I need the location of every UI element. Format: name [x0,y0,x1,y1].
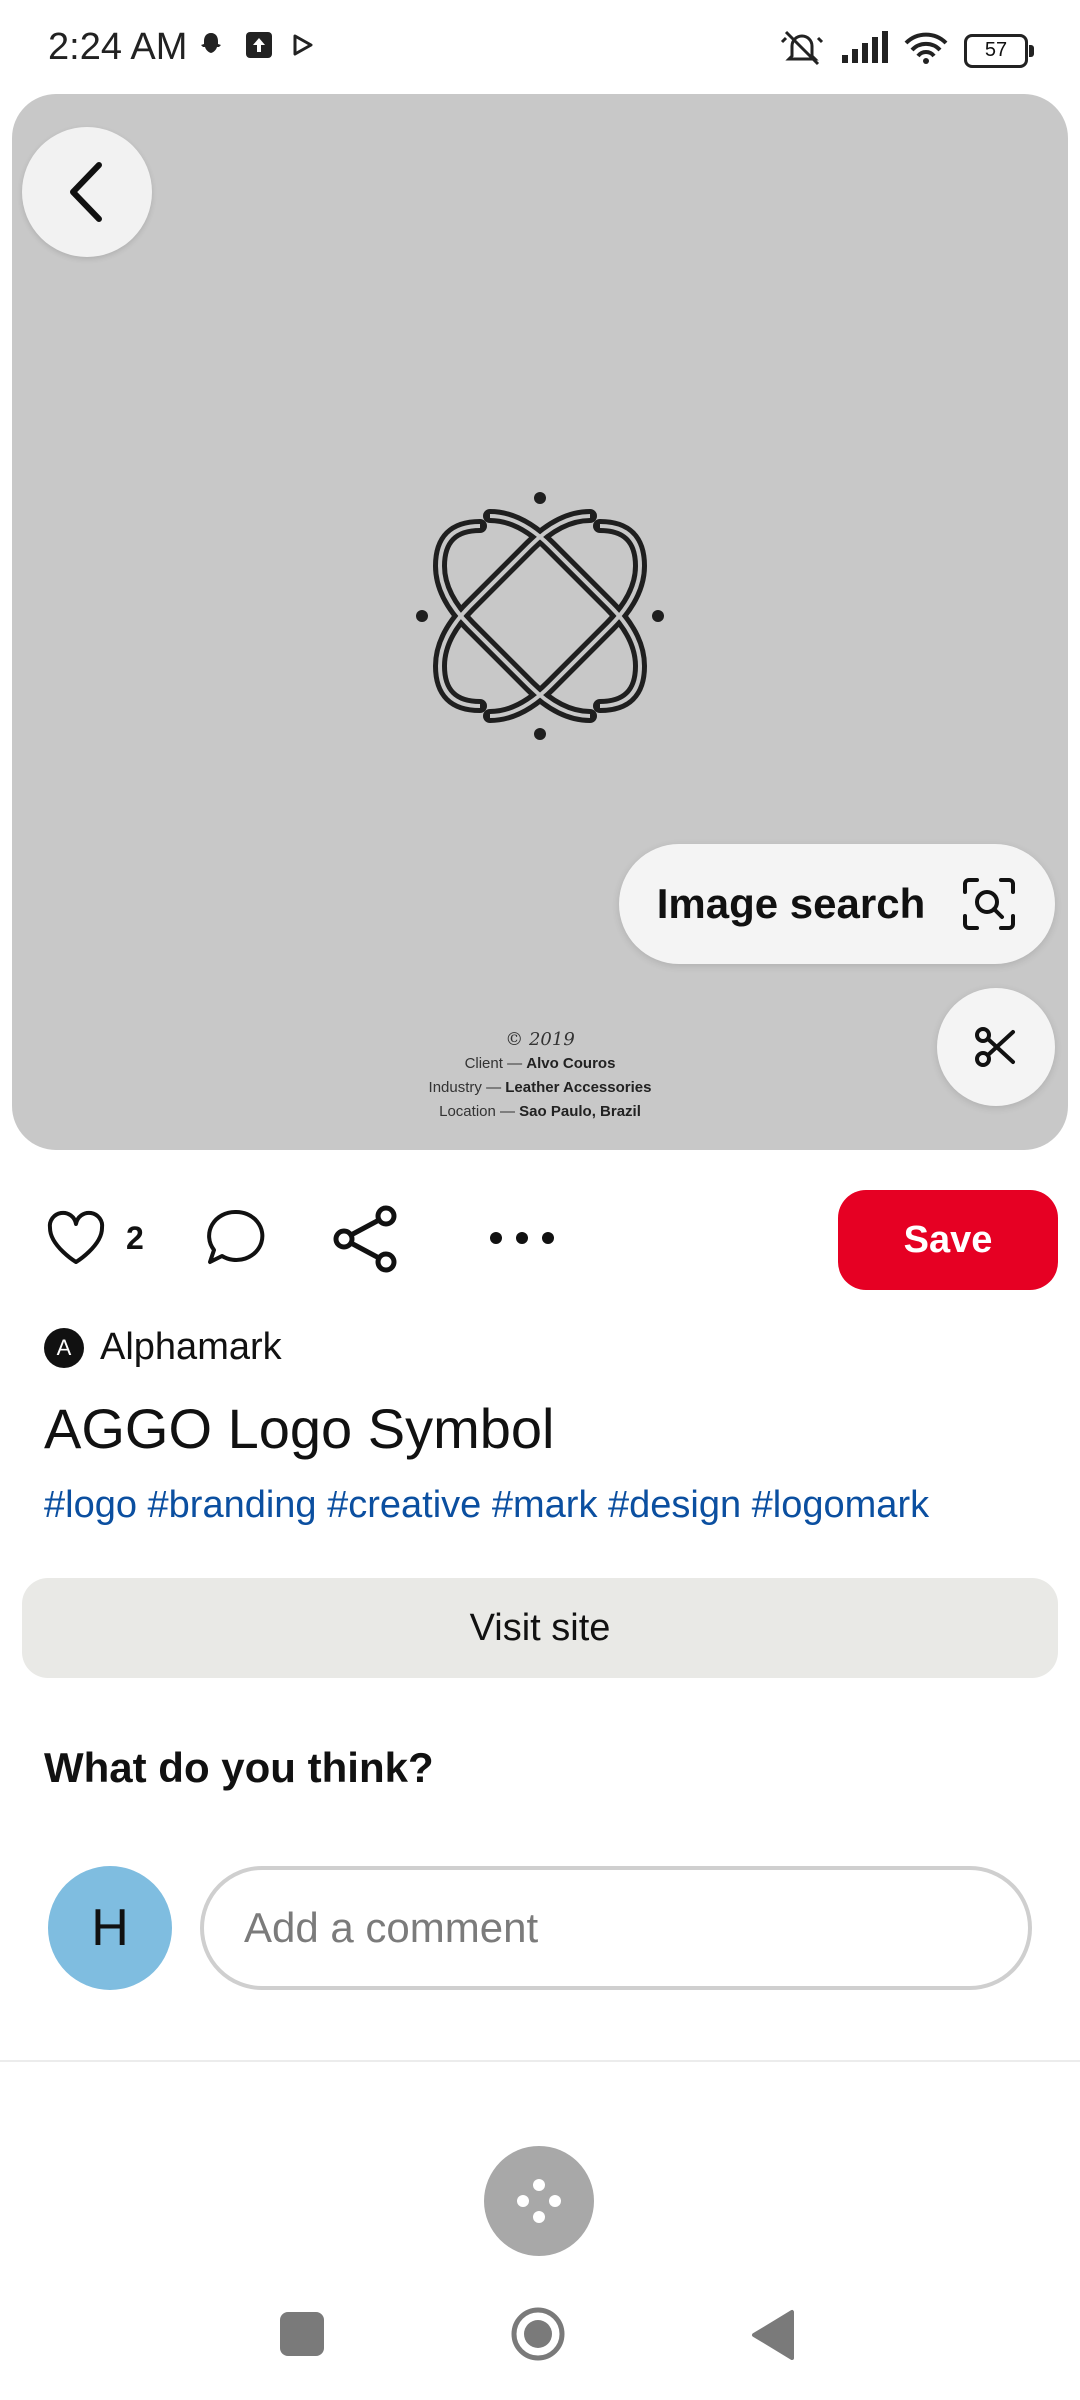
pin-title: AGGO Logo Symbol [44,1397,555,1460]
back-triangle-button[interactable] [748,2308,798,2362]
visit-site-button[interactable]: Visit site [22,1578,1058,1678]
credits-year: © 2019 [505,1029,575,1050]
creator-name[interactable]: Alphamark [100,1326,282,1369]
status-icons-left [196,30,314,65]
wifi-icon [904,31,948,70]
credits-industry: Industry — Leather Accessories [12,1076,1068,1100]
aggo-logo-mark [416,492,664,740]
back-button[interactable] [22,127,152,257]
status-icons-right: 57 [780,28,1034,73]
dots-icon [517,2179,561,2223]
upload-icon [244,30,274,65]
cutout-button[interactable] [937,988,1055,1106]
pin-image[interactable]: © 2019 Client — Alvo Couros Industry — L… [12,94,1068,1150]
like-count: 2 [126,1220,144,1256]
share-icon[interactable] [330,1204,400,1274]
creator-avatar[interactable]: A [44,1327,84,1368]
credits-client-label: Client — [464,1055,527,1072]
system-nav-bar [0,2290,1080,2400]
heart-icon[interactable] [44,1206,108,1270]
status-time: 2:24 AM [48,26,188,68]
save-button[interactable]: Save [838,1190,1058,1290]
battery-icon: 57 [964,33,1034,68]
comment-input[interactable] [200,1866,1032,1990]
hashtags[interactable]: #logo #branding #creative #mark #design … [44,1484,929,1527]
comment-icon[interactable] [204,1206,268,1270]
chevron-left-icon [70,162,102,222]
scissors-icon [975,1027,1015,1067]
credits-location-label: Location — [439,1103,520,1120]
comments-heading: What do you think? [44,1744,434,1791]
lens-search-icon [963,878,1016,930]
image-search-button[interactable]: Image search [619,844,1055,964]
user-avatar[interactable]: H [48,1866,172,1990]
home-button[interactable] [508,2304,568,2364]
creator-row[interactable]: A Alphamark [44,1326,282,1369]
image-credits: © 2019 Client — Alvo Couros Industry — L… [12,1028,1068,1124]
image-search-label: Image search [656,880,926,927]
status-bar: 2:24 AM 57 [0,0,1080,94]
credits-location-value: Sao Paulo, Brazil [519,1103,641,1120]
credits-client-value: Alvo Couros [526,1055,616,1072]
battery-level: 57 [984,39,1008,61]
credits-industry-value: Leather Accessories [505,1079,652,1096]
floating-action-button[interactable] [484,2146,594,2256]
mute-icon [780,28,824,73]
snapchat-icon [196,30,226,65]
divider [0,2060,1080,2062]
credits-client: Client — Alvo Couros [12,1052,1068,1076]
credits-industry-label: Industry — [428,1079,506,1096]
play-store-icon [292,33,314,62]
credits-location: Location — Sao Paulo, Brazil [12,1100,1068,1124]
signal-icon [840,31,888,70]
more-options-icon[interactable] [482,1216,562,1260]
recent-apps-button[interactable] [280,2312,324,2356]
action-row: 2 Save [0,1180,1080,1300]
